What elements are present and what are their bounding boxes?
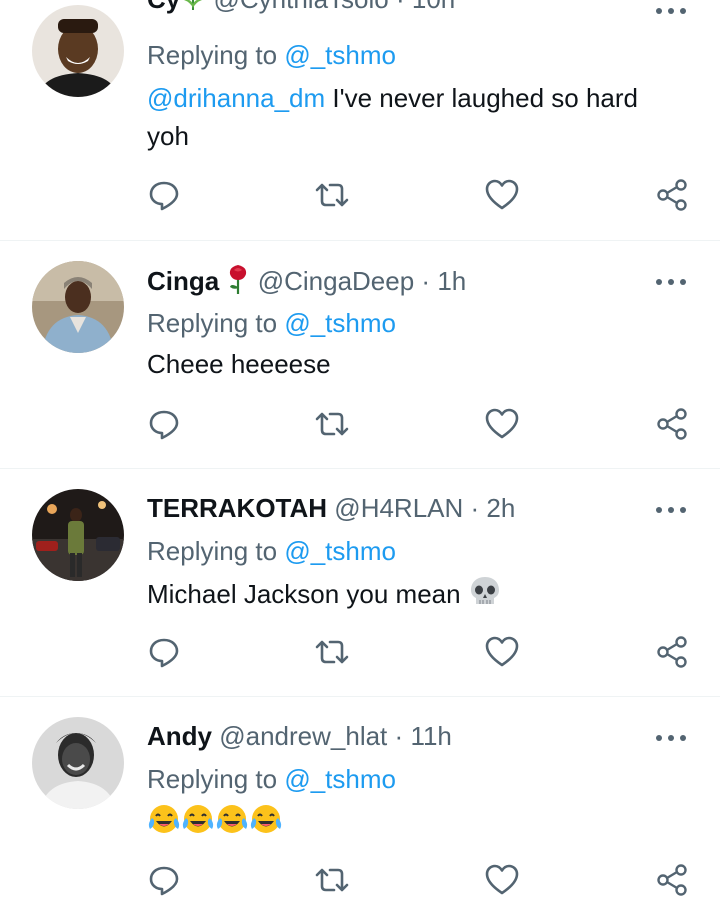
tweet-actions <box>0 634 720 674</box>
user-name[interactable]: Andy <box>147 721 212 751</box>
retweet-icon[interactable] <box>314 634 350 670</box>
separator-dot: · <box>421 265 431 296</box>
tweet-cynthia[interactable]: Cy @CynthiaTsolo · 10h Replying to @_tsh… <box>0 0 720 241</box>
reply-icon[interactable] <box>146 406 182 442</box>
user-handle[interactable]: @andrew_hlat <box>219 721 387 751</box>
more-icon[interactable] <box>656 6 686 16</box>
avatar-andy[interactable] <box>32 717 124 809</box>
tulip-emoji <box>180 0 206 18</box>
replying-to-label: Replying to <box>147 308 278 338</box>
share-icon[interactable] <box>654 634 690 670</box>
tears-of-joy-emoji <box>215 802 249 846</box>
tweet-text: @drihanna_dm I've never laughed so hard … <box>147 79 687 155</box>
replying-to-label: Replying to <box>147 40 278 70</box>
retweet-icon[interactable] <box>314 177 350 213</box>
text-mention[interactable]: @drihanna_dm <box>147 83 325 113</box>
heart-icon[interactable] <box>484 634 520 670</box>
avatar-cynthia[interactable] <box>32 5 124 97</box>
tweet-text <box>147 802 687 846</box>
share-icon[interactable] <box>654 406 690 442</box>
reply-icon[interactable] <box>146 862 182 898</box>
avatar-cinga[interactable] <box>32 261 124 353</box>
reply-icon[interactable] <box>146 634 182 670</box>
tweet-header: TERRAKOTAH @H4RLAN · 2h <box>147 491 515 525</box>
user-handle[interactable]: @H4RLAN <box>334 493 463 523</box>
heart-icon[interactable] <box>484 177 520 213</box>
rose-emoji <box>226 263 250 303</box>
more-icon[interactable] <box>656 277 686 287</box>
replying-to-label: Replying to <box>147 764 278 794</box>
more-icon[interactable] <box>656 733 686 743</box>
replying-to-label: Replying to <box>147 536 278 566</box>
separator-dot: · <box>394 721 404 751</box>
tweet-header: Cy @CynthiaTsolo · 10h <box>147 0 455 18</box>
tweet-text-content: Michael Jackson you mean <box>147 578 468 609</box>
reply-mention[interactable]: @_tshmo <box>284 764 396 794</box>
tears-of-joy-emoji <box>147 802 181 846</box>
separator-dot: · <box>470 493 480 523</box>
reply-mention[interactable]: @_tshmo <box>284 40 396 70</box>
replying-to: Replying to @_tshmo <box>147 306 396 340</box>
tweet-header: Andy @andrew_hlat · 11h <box>147 719 452 753</box>
user-handle[interactable]: @CynthiaTsolo <box>213 0 388 14</box>
replying-to: Replying to @_tshmo <box>147 38 396 72</box>
tweet-actions <box>0 177 720 217</box>
user-name[interactable]: Cinga <box>147 266 219 296</box>
tweet-actions <box>0 862 720 902</box>
reply-mention[interactable]: @_tshmo <box>284 308 396 338</box>
tears-of-joy-emoji <box>249 802 283 846</box>
tweet-text: Michael Jackson you mean <box>147 574 687 618</box>
more-icon[interactable] <box>656 505 686 515</box>
share-icon[interactable] <box>654 177 690 213</box>
tweet-andy[interactable]: Andy @andrew_hlat · 11h Replying to @_ts… <box>0 696 720 896</box>
tweet-terrakotah[interactable]: TERRAKOTAH @H4RLAN · 2h Replying to @_ts… <box>0 468 720 697</box>
replying-to: Replying to @_tshmo <box>147 534 396 568</box>
user-name[interactable]: Cy <box>147 0 180 14</box>
retweet-icon[interactable] <box>314 862 350 898</box>
separator-dot: · <box>396 0 405 14</box>
reply-icon[interactable] <box>146 177 182 213</box>
timestamp[interactable]: 2h <box>486 493 515 523</box>
skull-emoji <box>468 574 502 618</box>
user-name[interactable]: TERRAKOTAH <box>147 493 327 523</box>
tweet-text: Cheee heeeese <box>147 349 331 379</box>
replying-to: Replying to @_tshmo <box>147 762 396 796</box>
timestamp[interactable]: 10h <box>412 0 455 14</box>
timestamp[interactable]: 11h <box>410 721 451 751</box>
user-handle[interactable]: @CingaDeep <box>258 266 414 296</box>
timestamp[interactable]: 1h <box>437 266 466 296</box>
avatar-terrakotah[interactable] <box>32 489 124 581</box>
tweet-actions <box>0 406 720 446</box>
reply-mention[interactable]: @_tshmo <box>284 536 396 566</box>
heart-icon[interactable] <box>484 406 520 442</box>
heart-icon[interactable] <box>484 862 520 898</box>
tweet-cinga[interactable]: Cinga @CingaDeep · 1h Replying to @_tshm… <box>0 240 720 469</box>
tears-of-joy-emoji <box>181 802 215 846</box>
retweet-icon[interactable] <box>314 406 350 442</box>
share-icon[interactable] <box>654 862 690 898</box>
tweet-header: Cinga @CingaDeep · 1h <box>147 263 466 303</box>
